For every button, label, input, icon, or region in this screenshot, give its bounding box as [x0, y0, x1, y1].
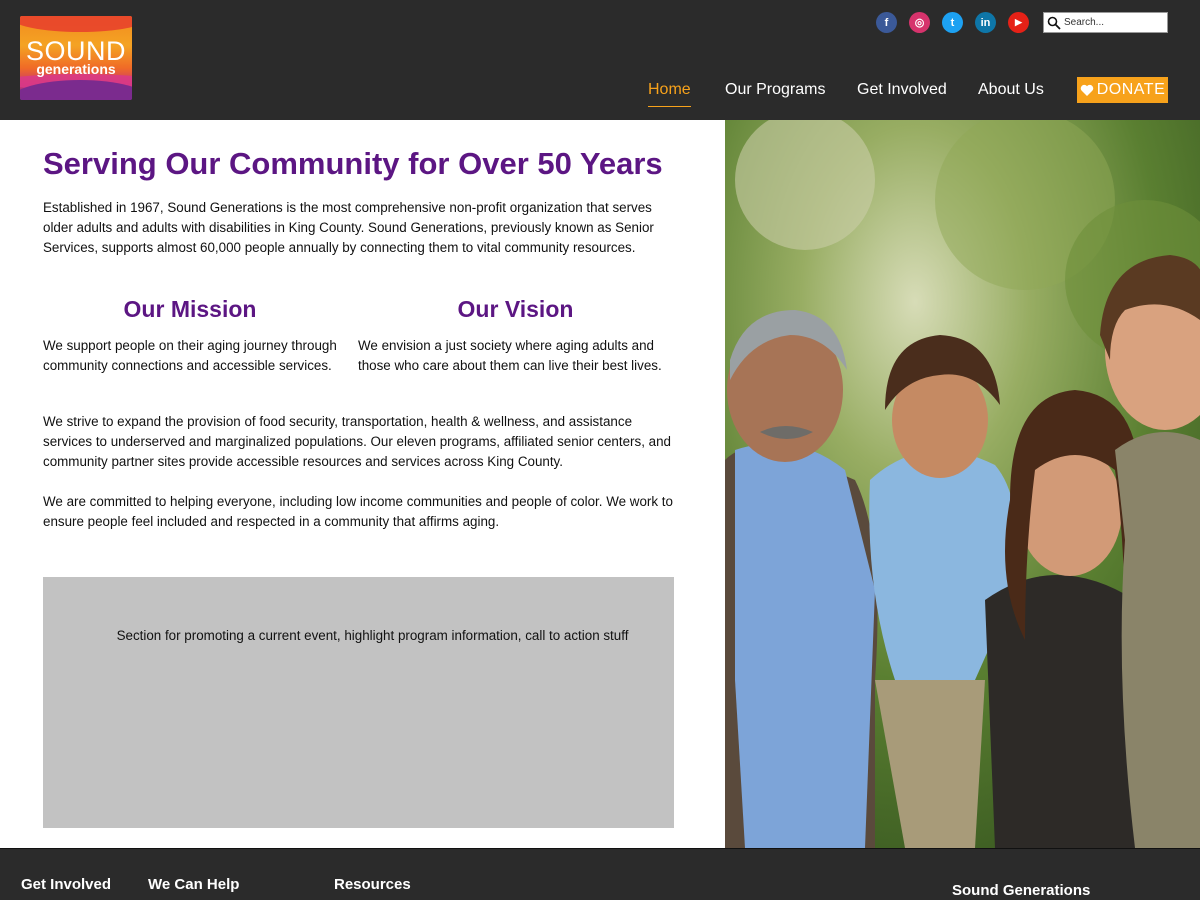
social-links: f ◎ t in ▶: [876, 12, 1029, 33]
footer-heading-get-involved: Get Involved: [21, 876, 112, 893]
commitment-paragraph: We are committed to helping everyone, in…: [43, 494, 673, 529]
logo-text-generations: generations: [36, 61, 116, 77]
search-box: [1043, 12, 1168, 33]
linkedin-icon[interactable]: in: [975, 12, 996, 33]
mission-heading: Our Mission: [123, 296, 257, 322]
main-content: Serving Our Community for Over 50 Years …: [0, 120, 725, 848]
services-paragraph: We strive to expand the provision of foo…: [43, 414, 671, 469]
vision-heading: Our Vision: [457, 296, 574, 322]
donate-button[interactable]: DONATE: [1077, 77, 1168, 103]
site-footer: Get Involved We Can Help Resources Sound…: [0, 848, 1200, 900]
promo-text: Section for promoting a current event, h…: [116, 628, 629, 643]
nav-about-us[interactable]: About Us: [978, 81, 1044, 99]
footer-heading-we-can-help: We Can Help: [148, 876, 240, 893]
nav-our-programs[interactable]: Our Programs: [725, 81, 825, 99]
instagram-icon[interactable]: ◎: [909, 12, 930, 33]
site-header: SOUND generations f ◎ t in ▶ Home Our Pr…: [0, 0, 1200, 120]
nav-home[interactable]: Home: [648, 81, 691, 107]
nav-get-involved[interactable]: Get Involved: [857, 81, 947, 99]
family-photo-illustration: [725, 120, 1200, 848]
vision-text: We envision a just society where aging a…: [358, 338, 662, 373]
heart-icon: [1080, 84, 1093, 96]
intro-paragraph: Established in 1967, Sound Generations i…: [43, 200, 654, 255]
donate-label: DONATE: [1096, 81, 1166, 98]
hero-family-photo: [725, 120, 1200, 848]
facebook-icon[interactable]: f: [876, 12, 897, 33]
promo-section[interactable]: Section for promoting a current event, h…: [43, 577, 674, 828]
page-title: Serving Our Community for Over 50 Years: [43, 146, 663, 181]
footer-heading-sound-generations: Sound Generations: [952, 882, 1091, 899]
logo-band: [20, 16, 132, 32]
main-nav: Home Our Programs Get Involved About Us: [0, 78, 1200, 108]
footer-heading-resources: Resources: [334, 876, 411, 893]
search-input[interactable]: [1064, 14, 1164, 31]
twitter-icon[interactable]: t: [942, 12, 963, 33]
mission-text: We support people on their aging journey…: [43, 338, 337, 373]
search-icon[interactable]: [1044, 13, 1064, 32]
youtube-icon[interactable]: ▶: [1008, 12, 1029, 33]
